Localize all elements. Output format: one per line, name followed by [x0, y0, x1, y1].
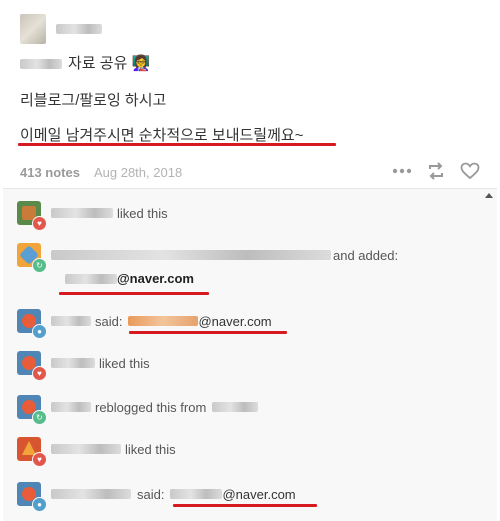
notes-count[interactable]: 413 notes — [20, 165, 80, 180]
heart-icon: ♥ — [32, 216, 47, 231]
email-domain: @naver.com — [117, 271, 194, 286]
post-header — [20, 12, 102, 46]
redacted-username[interactable] — [51, 402, 91, 412]
reply-bubble-icon: ● — [32, 497, 47, 512]
note-action: liked this — [99, 355, 150, 371]
redacted-email-user — [128, 316, 199, 326]
redacted-username[interactable] — [51, 316, 91, 326]
redacted-username[interactable] — [51, 208, 113, 218]
note-item: ● said: @naver.com — [17, 309, 272, 339]
note-avatar[interactable]: ↻ — [17, 243, 47, 273]
heart-icon: ♥ — [32, 366, 47, 381]
note-comment: @naver.com — [65, 271, 194, 286]
email-domain: @naver.com — [198, 313, 272, 329]
note-avatar[interactable]: ♥ — [17, 351, 47, 381]
note-avatar[interactable]: ● — [17, 482, 47, 512]
red-underline — [18, 143, 336, 146]
note-avatar[interactable]: ↻ — [17, 395, 47, 425]
note-action: liked this — [125, 441, 176, 457]
note-item: ♥ liked this — [17, 437, 176, 467]
redacted-text — [51, 250, 331, 260]
post-line-3: 이메일 남겨주시면 순차적으로 보내드릴께요~ — [20, 127, 304, 144]
blog-avatar[interactable] — [20, 14, 46, 44]
notes-panel[interactable]: ♥ liked this ↻ and added: @naver.com ● s… — [3, 188, 497, 521]
post-actions — [392, 162, 480, 180]
post-date[interactable]: Aug 28th, 2018 — [94, 165, 182, 180]
post-line-2: 리블로그/팔로잉 하시고 — [20, 92, 167, 109]
redacted-username[interactable] — [212, 402, 259, 412]
note-item: ↻ and added: — [17, 243, 399, 273]
redacted-username[interactable] — [51, 444, 121, 454]
redacted-email-user — [65, 273, 117, 284]
note-action: and added: — [333, 247, 399, 263]
reply-bubble-icon: ● — [32, 324, 47, 339]
note-avatar[interactable]: ♥ — [17, 437, 47, 467]
redacted-username[interactable] — [51, 489, 131, 499]
note-action: liked this — [117, 205, 168, 221]
note-item: ♥ liked this — [17, 201, 168, 231]
note-avatar[interactable]: ● — [17, 309, 47, 339]
note-avatar[interactable]: ♥ — [17, 201, 47, 231]
heart-icon[interactable] — [460, 162, 480, 180]
red-underline — [129, 331, 287, 334]
blog-name-redacted[interactable] — [56, 24, 102, 34]
note-item: ↻ reblogged this from — [17, 395, 259, 425]
redacted-username[interactable] — [51, 358, 95, 368]
email-domain: @naver.com — [222, 486, 296, 502]
heart-icon: ♥ — [32, 452, 47, 467]
redacted-text — [20, 59, 62, 70]
redacted-email-user — [170, 489, 223, 499]
reblog-icon: ↻ — [32, 410, 47, 425]
note-item: ♥ liked this — [17, 351, 150, 381]
post-line-1: 자료 공유 👩‍🏫 — [20, 52, 150, 73]
note-action: said: — [95, 313, 123, 329]
red-underline — [173, 504, 317, 507]
ellipsis-icon[interactable] — [392, 168, 412, 174]
note-action: reblogged this from — [95, 399, 207, 415]
note-action: said: — [137, 486, 165, 502]
reblog-icon[interactable] — [426, 162, 446, 180]
reblog-icon: ↻ — [32, 258, 47, 273]
red-underline — [59, 292, 209, 295]
post-footer: 413 notes Aug 28th, 2018 — [0, 158, 500, 186]
scroll-up-arrow[interactable] — [485, 193, 493, 198]
note-item: ● said: @naver.com — [17, 482, 296, 512]
